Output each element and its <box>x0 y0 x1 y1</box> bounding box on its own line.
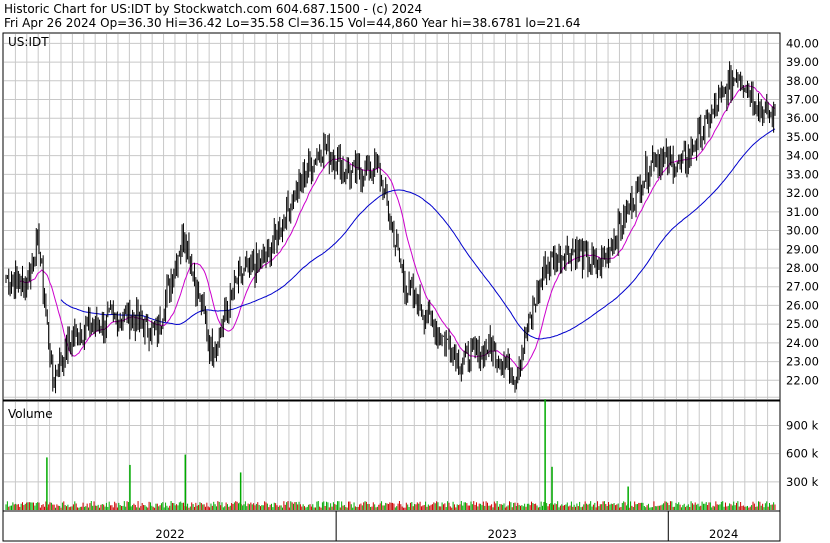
year-label: 2022 <box>155 527 184 541</box>
price-tick-label: 40.00 <box>786 36 819 50</box>
price-tick-label: 25.00 <box>786 317 819 331</box>
price-tick-label: 29.00 <box>786 242 819 256</box>
price-tick-label: 28.00 <box>786 261 819 275</box>
year-label: 2023 <box>488 527 517 541</box>
price-tick-label: 23.00 <box>786 355 819 369</box>
price-tick-label: 33.00 <box>786 167 819 181</box>
stock-chart: Historic Chart for US:IDT by Stockwatch.… <box>0 0 830 543</box>
x-axis-frame <box>2 510 781 542</box>
volume-tick-label: 900 k <box>786 418 819 432</box>
volume-panel: Volume 300 k 600 k 900 k <box>2 396 819 512</box>
price-tick-label: 34.00 <box>786 149 819 163</box>
x-axis: 2022 2023 2024 <box>2 510 781 542</box>
price-tick-label: 37.00 <box>786 93 819 107</box>
price-tick-label: 27.00 <box>786 280 819 294</box>
price-tick-label: 26.00 <box>786 298 819 312</box>
price-tick-label: 35.00 <box>786 130 819 144</box>
volume-tick-label: 600 k <box>786 447 819 461</box>
price-tick-label: 31.00 <box>786 205 819 219</box>
price-tick-label: 24.00 <box>786 336 819 350</box>
price-tick-label: 38.00 <box>786 74 819 88</box>
price-tick-label: 30.00 <box>786 224 819 238</box>
header-title: Historic Chart for US:IDT by Stockwatch.… <box>4 2 422 16</box>
symbol-label: US:IDT <box>8 35 49 49</box>
price-tick-label: 36.00 <box>786 111 819 125</box>
price-tick-label: 32.00 <box>786 186 819 200</box>
volume-axis: 300 k 600 k 900 k <box>786 418 819 488</box>
volume-tick-label: 300 k <box>786 475 819 489</box>
price-panel: US:IDT 22.00 23.00 24.00 25.00 26.00 27.00 28.… <box>2 32 819 401</box>
price-tick-label: 22.00 <box>786 373 819 387</box>
volume-label: Volume <box>8 407 53 421</box>
year-label: 2024 <box>709 527 738 541</box>
header-quote: Fri Apr 26 2024 Op=36.30 Hi=36.42 Lo=35.… <box>4 16 581 30</box>
price-tick-label: 39.00 <box>786 55 819 69</box>
